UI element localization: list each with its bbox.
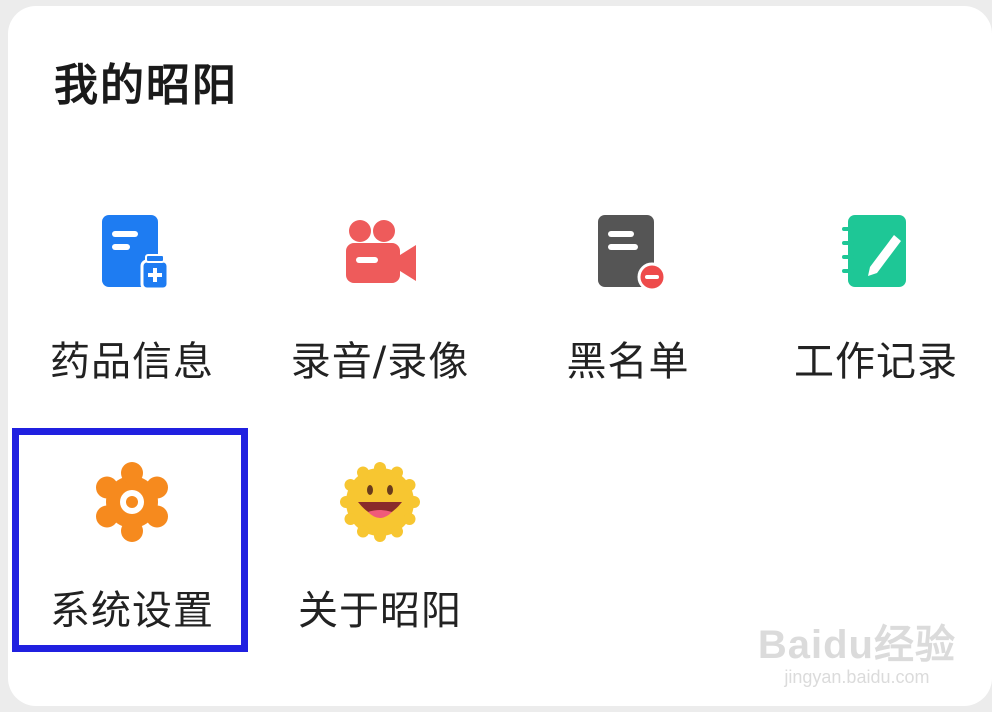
menu-item-label: 工作记录 xyxy=(794,339,958,385)
menu-item-system-settings[interactable]: 系统设置 xyxy=(10,460,254,660)
menu-item-about-zhaoyang[interactable]: 关于昭阳 xyxy=(258,460,502,660)
menu-item-label: 系统设置 xyxy=(50,588,214,634)
my-zhaoyang-card: 我的昭阳 药品信息 录音/录像 黑名单 工作记录 系统设置 关于昭阳 Baidu… xyxy=(8,6,992,706)
menu-item-work-record[interactable]: 工作记录 xyxy=(754,211,992,411)
video-camera-icon xyxy=(346,220,416,283)
blacklist-icon xyxy=(598,215,667,292)
menu-item-label: 关于昭阳 xyxy=(298,588,462,634)
smiley-sun-icon xyxy=(340,462,420,542)
menu-item-medicine-info[interactable]: 药品信息 xyxy=(10,211,254,411)
work-notebook-icon xyxy=(842,215,906,287)
menu-item-label: 录音/录像 xyxy=(290,339,470,385)
menu-item-blacklist[interactable]: 黑名单 xyxy=(506,211,750,411)
menu-item-record-audio-video[interactable]: 录音/录像 xyxy=(258,211,502,411)
watermark-url: jingyan.baidu.com xyxy=(784,667,930,687)
watermark-brand: Baidu经验 xyxy=(757,623,956,667)
baidu-jingyan-watermark: Baidu经验 jingyan.baidu.com xyxy=(758,625,956,688)
medicine-info-icon xyxy=(102,215,170,291)
section-title: 我的昭阳 xyxy=(54,60,238,111)
menu-item-label: 黑名单 xyxy=(566,339,690,385)
menu-item-label: 药品信息 xyxy=(50,339,214,385)
gear-icon xyxy=(96,462,168,542)
